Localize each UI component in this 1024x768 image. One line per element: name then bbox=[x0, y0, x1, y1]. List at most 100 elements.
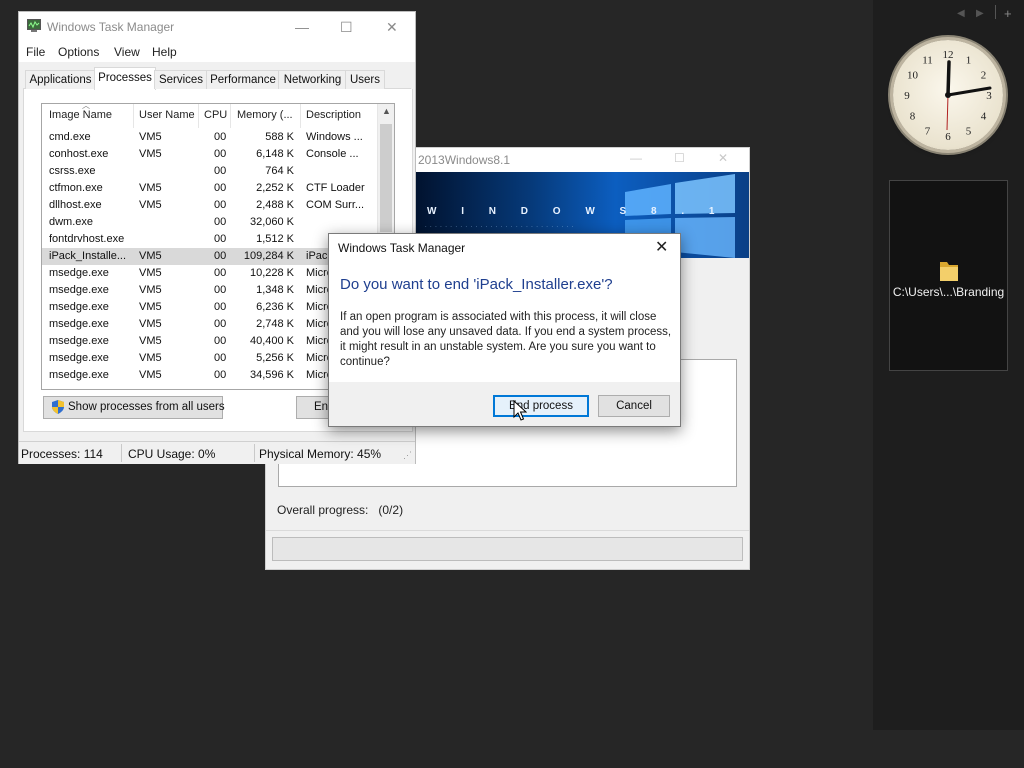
tab-users[interactable]: Users bbox=[345, 70, 385, 89]
cell-cpu: 00 bbox=[214, 233, 227, 245]
tab-services[interactable]: Services bbox=[154, 70, 208, 89]
cell-mem: 6,148 K bbox=[256, 148, 294, 160]
cell-name: conhost.exe bbox=[49, 148, 109, 160]
maximize-icon[interactable]: ☐ bbox=[674, 151, 685, 165]
table-row[interactable]: msedge.exe VM5 00 34,596 K Micro bbox=[42, 367, 377, 384]
cell-mem: 40,400 K bbox=[249, 335, 294, 347]
cell-mem: 764 K bbox=[265, 165, 294, 177]
column-user-name[interactable]: User Name bbox=[139, 109, 195, 121]
gadget-prev-icon[interactable]: ◀ bbox=[957, 8, 965, 19]
tab-networking[interactable]: Networking bbox=[278, 70, 347, 89]
cell-mem: 5,256 K bbox=[256, 352, 294, 364]
dialog-content: Windows Task Manager ✕ Do you want to en… bbox=[329, 234, 680, 382]
column-image-name[interactable]: Image Name bbox=[49, 109, 112, 121]
cell-cpu: 00 bbox=[214, 335, 227, 347]
overall-progress: Overall progress: (0/2) bbox=[277, 503, 403, 517]
cell-user: VM5 bbox=[139, 352, 162, 364]
clock-hour-hand bbox=[946, 60, 951, 97]
menu-file[interactable]: File bbox=[26, 45, 45, 59]
clock-numeral: 11 bbox=[922, 55, 933, 67]
folder-view-gadget[interactable]: C:\Users\...\Branding bbox=[889, 180, 1008, 371]
overall-progress-value: (0/2) bbox=[378, 503, 404, 517]
cell-user: VM5 bbox=[139, 335, 162, 347]
table-row[interactable]: csrss.exe 00 764 K bbox=[42, 163, 377, 180]
cell-cpu: 00 bbox=[214, 301, 227, 313]
gadget-divider bbox=[995, 5, 996, 19]
table-row[interactable]: msedge.exe VM5 00 6,236 K Micro bbox=[42, 299, 377, 316]
cell-user: VM5 bbox=[139, 148, 162, 160]
clock-numeral: 2 bbox=[981, 70, 987, 82]
table-row[interactable]: ctfmon.exe VM5 00 2,252 K CTF Loader bbox=[42, 180, 377, 197]
installer-progress-bar bbox=[272, 537, 743, 561]
cell-cpu: 00 bbox=[214, 131, 227, 143]
cell-mem: 34,596 K bbox=[249, 369, 294, 381]
gadget-next-icon[interactable]: ▶ bbox=[976, 8, 984, 19]
menu-options[interactable]: Options bbox=[58, 45, 99, 59]
table-row[interactable]: msedge.exe VM5 00 1,348 K Micro bbox=[42, 282, 377, 299]
clock-gadget[interactable]: 12 1 2 3 4 5 6 7 8 9 10 11 bbox=[893, 40, 1003, 150]
scrollbar-thumb[interactable] bbox=[380, 124, 392, 232]
table-row[interactable]: fontdrvhost.exe 00 1,512 K bbox=[42, 231, 377, 248]
table-row[interactable]: msedge.exe VM5 00 10,228 K Micro bbox=[42, 265, 377, 282]
cell-mem: 1,512 K bbox=[256, 233, 294, 245]
cell-cpu: 00 bbox=[214, 216, 227, 228]
cell-user: VM5 bbox=[139, 301, 162, 313]
maximize-icon[interactable]: ☐ bbox=[340, 19, 353, 36]
table-row[interactable]: msedge.exe VM5 00 5,256 K Micro bbox=[42, 350, 377, 367]
process-list-header: ︿ Image Name User Name CPU Memory (... D… bbox=[42, 104, 377, 128]
menu-help[interactable]: Help bbox=[152, 45, 177, 59]
clock-numeral: 8 bbox=[910, 111, 916, 123]
table-row[interactable]: iPack_Installe... VM5 00 109,284 KiPack bbox=[42, 248, 377, 265]
tab-processes[interactable]: Processes bbox=[94, 67, 156, 90]
cell-user: VM5 bbox=[139, 199, 162, 211]
cell-desc: COM Surr... bbox=[306, 199, 365, 211]
task-manager-app-icon bbox=[27, 19, 41, 32]
minimize-icon[interactable]: — bbox=[295, 19, 309, 35]
cell-cpu: 00 bbox=[214, 352, 227, 364]
table-row[interactable]: dwm.exe 00 32,060 K bbox=[42, 214, 377, 231]
cell-cpu: 00 bbox=[214, 284, 227, 296]
clock-numeral: 3 bbox=[986, 90, 992, 102]
resize-grip-icon[interactable]: ⋰ bbox=[403, 450, 412, 461]
add-gadget-icon[interactable]: + bbox=[1004, 6, 1012, 21]
minimize-icon[interactable]: — bbox=[630, 151, 642, 165]
cell-cpu: 00 bbox=[214, 199, 227, 211]
clock-face-icon: 12 12 3 45 6 789 1011 bbox=[904, 49, 992, 143]
end-process-dialog[interactable]: Windows Task Manager ✕ Do you want to en… bbox=[328, 233, 681, 427]
close-icon[interactable]: ✕ bbox=[655, 237, 668, 257]
clock-numeral: 12 bbox=[943, 49, 954, 61]
table-row[interactable]: msedge.exe VM5 00 40,400 K Micro bbox=[42, 333, 377, 350]
installer-title: 2013Windows8.1 bbox=[418, 153, 511, 167]
cell-desc: Console ... bbox=[306, 148, 359, 160]
task-manager-title: Windows Task Manager bbox=[47, 20, 175, 34]
cell-cpu: 00 bbox=[214, 182, 227, 194]
cell-cpu: 00 bbox=[214, 267, 227, 279]
cell-cpu: 00 bbox=[214, 250, 227, 262]
column-memory[interactable]: Memory (... bbox=[237, 109, 293, 121]
cancel-button[interactable]: Cancel bbox=[598, 395, 670, 417]
dialog-heading: Do you want to end 'iPack_Installer.exe'… bbox=[340, 276, 613, 293]
column-divider bbox=[198, 104, 199, 128]
scroll-up-icon[interactable]: ▲ bbox=[382, 106, 391, 116]
cell-cpu: 00 bbox=[214, 165, 227, 177]
column-cpu[interactable]: CPU bbox=[204, 109, 227, 121]
table-row[interactable]: msedge.exe VM5 00 2,748 K Micro bbox=[42, 316, 377, 333]
table-row[interactable]: dllhost.exe VM5 00 2,488 K COM Surr... bbox=[42, 197, 377, 214]
cell-mem: 588 K bbox=[265, 131, 294, 143]
table-row[interactable]: cmd.exe VM5 00 588 K Windows ... bbox=[42, 129, 377, 146]
tab-performance[interactable]: Performance bbox=[206, 70, 280, 89]
show-all-processes-button[interactable]: Show processes from all users bbox=[43, 396, 225, 419]
column-description[interactable]: Description bbox=[306, 109, 361, 121]
folder-icon bbox=[940, 262, 958, 281]
task-manager-title-bar[interactable]: Windows Task Manager — ☐ ✕ bbox=[19, 12, 415, 42]
cell-name: ctfmon.exe bbox=[49, 182, 103, 194]
folder-gadget-label: C:\Users\...\Branding bbox=[892, 285, 1005, 299]
end-process-button[interactable]: End process bbox=[493, 395, 589, 417]
tab-applications[interactable]: Applications bbox=[25, 70, 96, 89]
table-row[interactable]: conhost.exe VM5 00 6,148 K Console ... bbox=[42, 146, 377, 163]
cell-name: msedge.exe bbox=[49, 369, 109, 381]
close-icon[interactable]: ✕ bbox=[718, 151, 728, 165]
status-memory: Physical Memory: 45% bbox=[259, 447, 382, 461]
menu-view[interactable]: View bbox=[114, 45, 140, 59]
close-icon[interactable]: ✕ bbox=[386, 19, 398, 36]
